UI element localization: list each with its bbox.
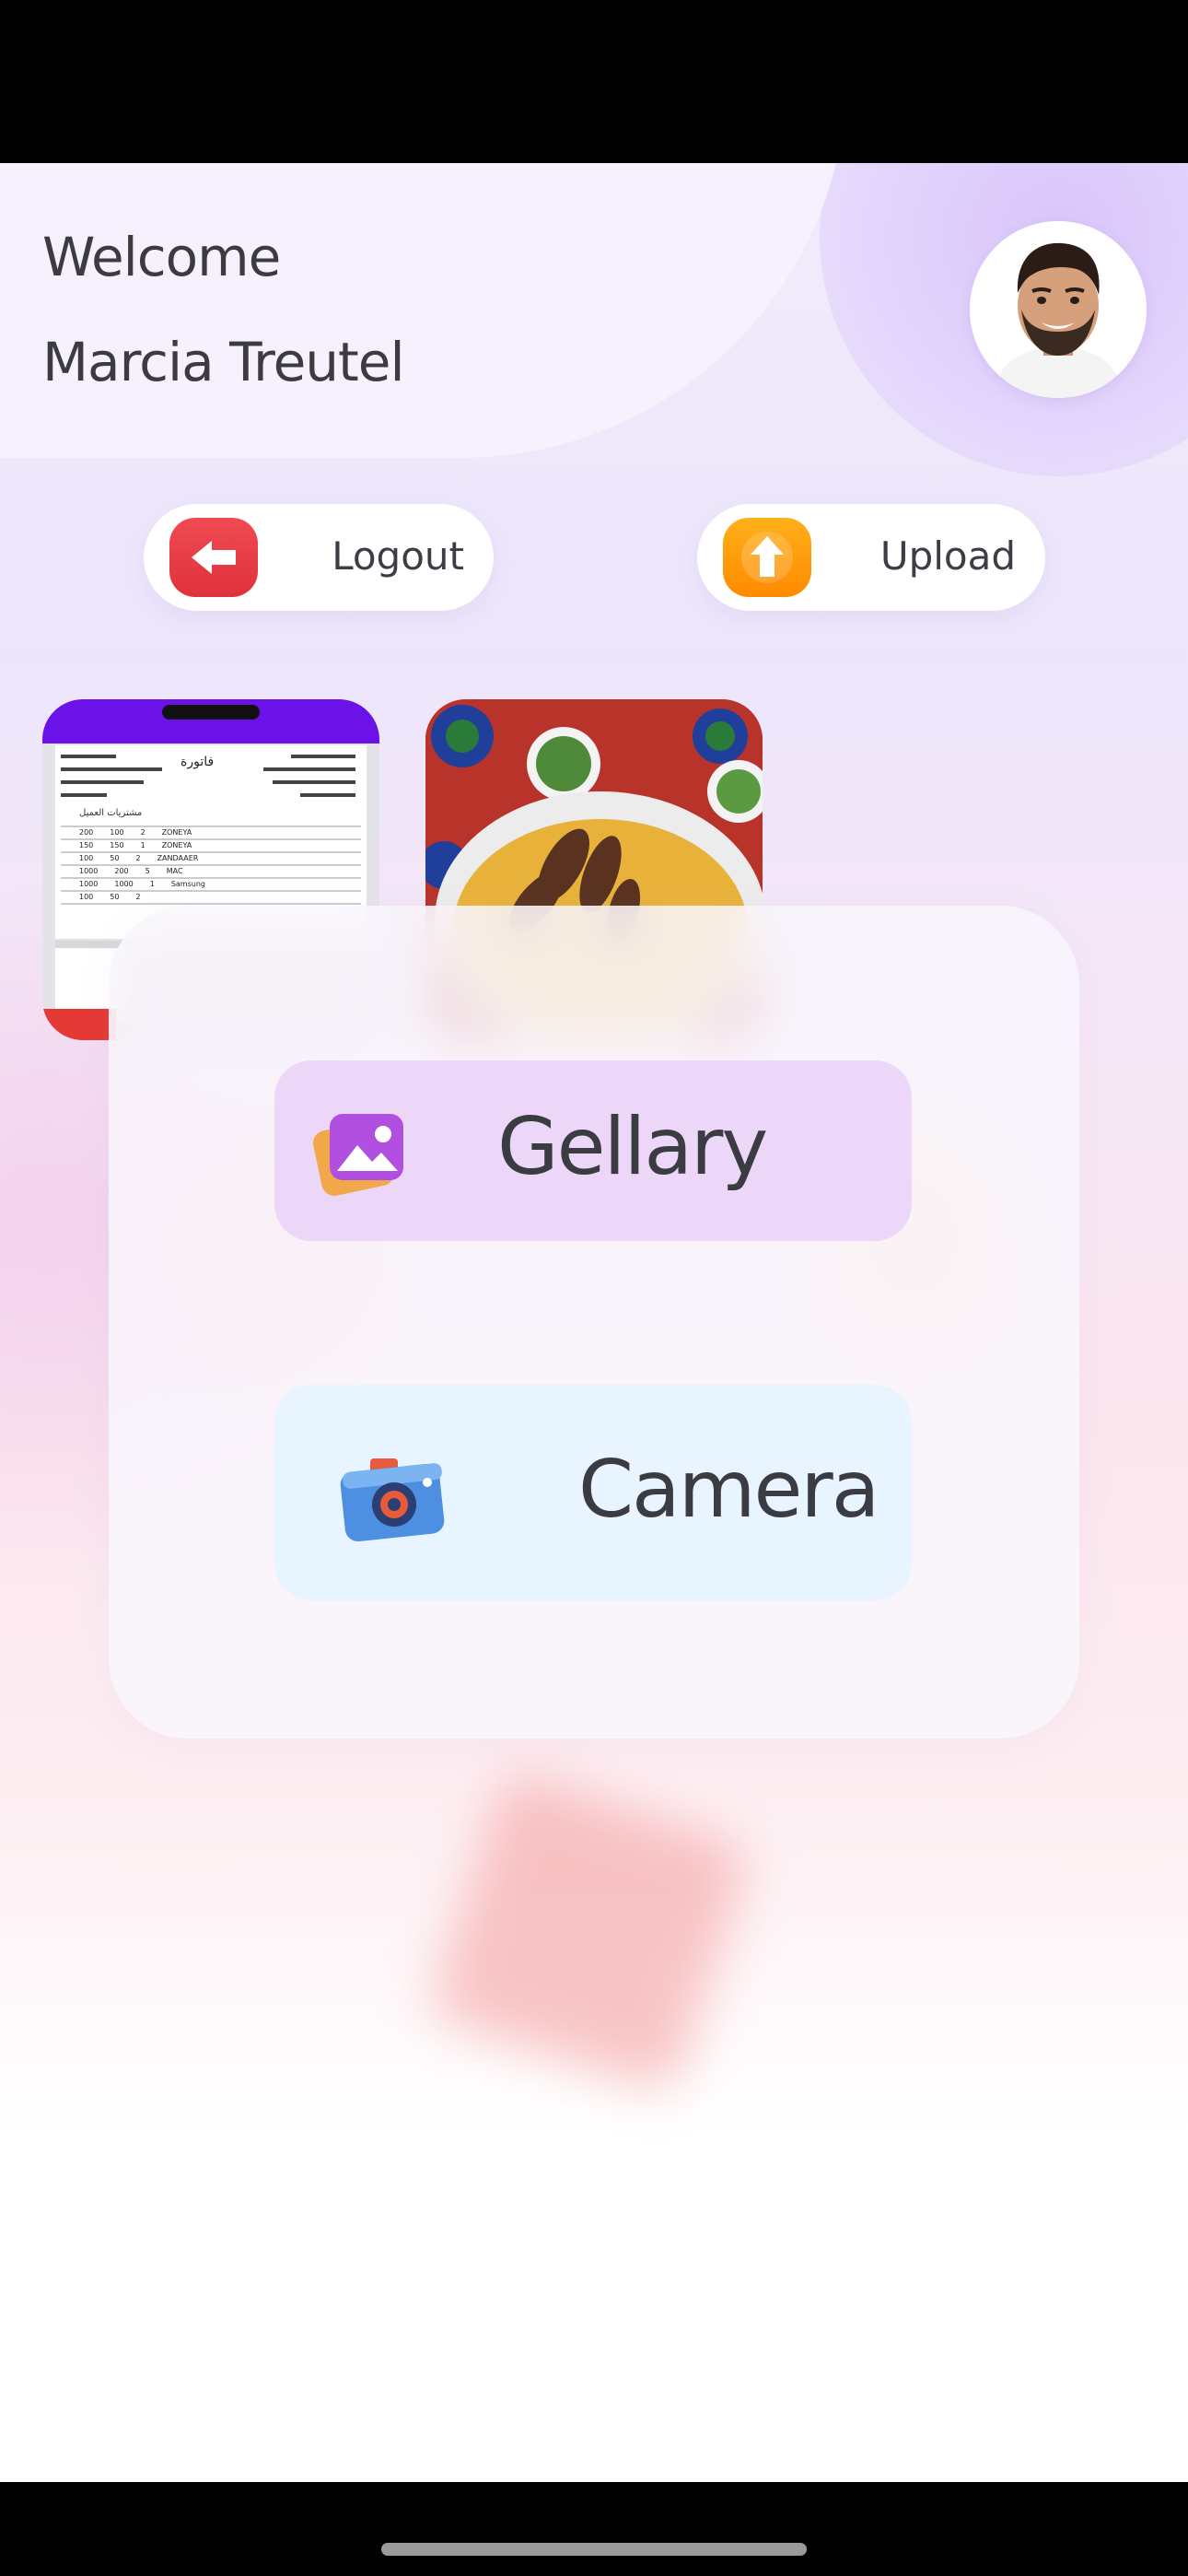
- camera-icon: [340, 1458, 445, 1542]
- receipt-cell: 100: [79, 893, 94, 901]
- arrow-left-icon: [192, 541, 236, 574]
- gallery-image-icon: [312, 1114, 403, 1196]
- receipt-cell: 150: [110, 841, 124, 849]
- receipt-cell: 1000: [79, 867, 99, 875]
- upload-label: Upload: [879, 533, 1016, 579]
- image-source-picker: Gellary Camera: [109, 906, 1079, 1739]
- home-indicator[interactable]: [381, 2543, 807, 2556]
- welcome-text: Welcome: [42, 226, 281, 288]
- logout-label: Logout: [332, 533, 464, 579]
- receipt-cell: ZONEYA: [161, 828, 192, 837]
- camera-label: Camera: [578, 1444, 879, 1536]
- receipt-cell: 2: [135, 854, 141, 862]
- gallery-label: Gellary: [497, 1101, 768, 1193]
- receipt-cell: 150: [79, 841, 94, 849]
- receipt-cell: 2: [140, 828, 146, 837]
- gallery-button[interactable]: Gellary: [274, 1060, 912, 1241]
- receipt-cell: MAC: [166, 867, 183, 875]
- status-bar: [0, 0, 1188, 163]
- receipt-cell: ZANDAAER: [157, 854, 199, 862]
- avatar-photo-icon: [970, 221, 1147, 398]
- upload-icon-badge: [723, 518, 811, 597]
- app-container: Welcome Marcia Treutel Logout Upload فات…: [0, 163, 1188, 2482]
- receipt-cell: ZONEYA: [161, 841, 192, 849]
- receipt-title: فاتورة: [181, 755, 215, 769]
- user-name: Marcia Treutel: [42, 331, 405, 393]
- logout-button[interactable]: Logout: [144, 504, 494, 611]
- logout-icon-badge: [169, 518, 258, 597]
- receipt-cell: 1: [140, 841, 146, 849]
- receipt-row: 150 150 1 ZONEYA: [79, 841, 355, 852]
- home-indicator-area: [0, 2482, 1188, 2576]
- receipt-cell: 1: [149, 880, 155, 888]
- receipt-cell: 5: [145, 867, 150, 875]
- upload-button[interactable]: Upload: [697, 504, 1045, 611]
- receipt-row: 1000 1000 1 Samsung: [79, 880, 355, 891]
- receipt-cell: 2: [135, 893, 141, 901]
- receipt-cell: 200: [114, 867, 129, 875]
- phone-screen: Welcome Marcia Treutel Logout Upload فات…: [0, 0, 1188, 2576]
- decorative-blurred-shape: [426, 1769, 752, 2095]
- receipt-cell: 100: [110, 828, 124, 837]
- receipt-cell: Samsung: [170, 880, 205, 888]
- camera-button[interactable]: Camera: [274, 1385, 912, 1600]
- arrow-up-icon: [741, 532, 793, 583]
- receipt-row: 200 100 2 ZONEYA: [79, 828, 355, 839]
- receipt-cell: 50: [110, 893, 120, 901]
- decorative-header-curve: [0, 163, 847, 458]
- receipt-cell: 1000: [79, 880, 99, 888]
- receipt-cell: 1000: [114, 880, 134, 888]
- receipt-header: ﻣﺸﺘﺮﻳﺎت اﻟﻌﻤﻴﻞ: [79, 808, 143, 818]
- receipt-row: 100 50 2 ZANDAAER: [79, 854, 355, 865]
- avatar[interactable]: [970, 221, 1147, 398]
- receipt-cell: 200: [79, 828, 94, 837]
- receipt-cell: 50: [110, 854, 120, 862]
- receipt-cell: 100: [79, 854, 94, 862]
- receipt-row: 100 50 2: [79, 893, 355, 904]
- receipt-row: 1000 200 5 MAC: [79, 867, 355, 878]
